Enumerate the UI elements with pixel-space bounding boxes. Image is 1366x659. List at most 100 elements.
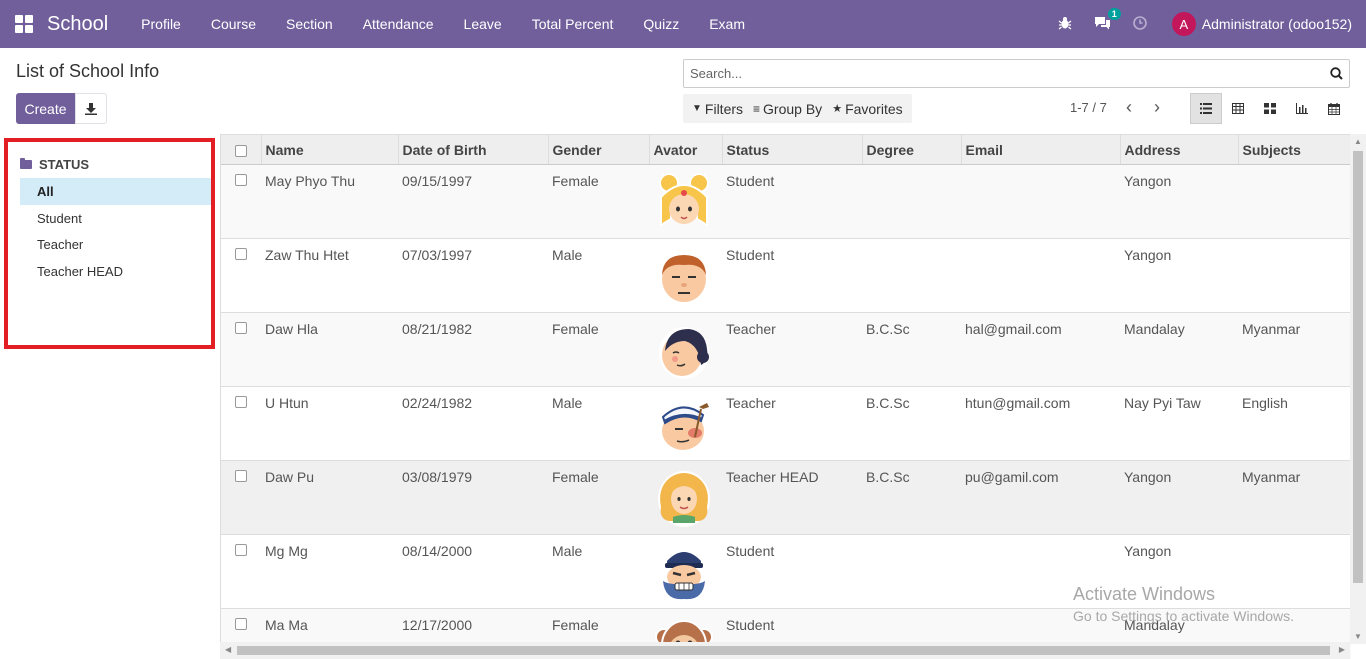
row-checkbox[interactable] xyxy=(235,618,247,630)
horizontal-scrollbar[interactable]: ◀ ▶ xyxy=(220,642,1350,659)
calendar-view-button[interactable] xyxy=(1318,93,1350,124)
menu-profile[interactable]: Profile xyxy=(141,16,181,32)
app-brand[interactable]: School xyxy=(47,13,108,36)
cell-gender: Male xyxy=(552,543,583,559)
group-by-label: Group By xyxy=(763,100,823,117)
school-info-list: Name Date of Birth Gender Avator Status … xyxy=(220,134,1366,659)
cell-date-of-birth: 09/15/1997 xyxy=(402,173,473,189)
column-header-avatar[interactable]: Avator xyxy=(649,134,723,165)
messages-icon[interactable]: 1 xyxy=(1094,7,1121,33)
menu-section[interactable]: Section xyxy=(286,16,333,32)
bearded-captain-avatar-icon xyxy=(659,549,709,601)
row-checkbox[interactable] xyxy=(235,248,247,260)
column-header-subjects[interactable]: Subjects xyxy=(1238,134,1351,165)
user-avatar[interactable]: A xyxy=(1171,12,1196,36)
status-filter-teacher-head[interactable]: Teacher HEAD xyxy=(20,258,211,285)
pager-next-icon[interactable]: › xyxy=(1154,98,1160,116)
status-filter-student[interactable]: Student xyxy=(20,205,211,232)
group-by-button[interactable]: ≡ Group By xyxy=(753,101,822,117)
apps-menu-icon[interactable] xyxy=(15,15,33,33)
bug-icon[interactable] xyxy=(1058,16,1072,33)
select-all-checkbox[interactable] xyxy=(234,144,247,157)
status-filter-teacher[interactable]: Teacher xyxy=(20,231,211,258)
column-header-address[interactable]: Address xyxy=(1120,134,1239,165)
cell-date-of-birth: 08/14/2000 xyxy=(402,543,473,559)
clock-icon[interactable] xyxy=(1133,15,1147,33)
row-select-cell xyxy=(221,313,261,387)
cell-degree: B.C.Sc xyxy=(866,321,910,337)
menu-course[interactable]: Course xyxy=(211,16,256,32)
vertical-scroll-thumb[interactable] xyxy=(1353,151,1363,583)
row-checkbox[interactable] xyxy=(235,396,247,408)
user-menu[interactable]: Administrator (odoo152) xyxy=(1202,16,1352,32)
cell-status: Student xyxy=(726,247,775,263)
status-filter-all[interactable]: All xyxy=(20,178,211,205)
table-header: Name Date of Birth Gender Avator Status … xyxy=(221,134,1351,165)
search-bar xyxy=(683,59,1350,88)
pager-previous-icon[interactable]: ‹ xyxy=(1126,98,1132,116)
watermark-title: Activate Windows xyxy=(1073,584,1216,604)
table-row[interactable]: Zaw Thu Htet 07/03/1997 Male Student Yan… xyxy=(221,239,1351,313)
row-checkbox[interactable] xyxy=(235,322,247,334)
pivot-view-button[interactable] xyxy=(1222,93,1254,124)
table-row[interactable]: Daw Hla 08/21/1982 Female Teacher B.C.Sc… xyxy=(221,312,1351,387)
dark-hair-woman-avatar-icon xyxy=(659,327,709,379)
row-checkbox[interactable] xyxy=(235,470,247,482)
row-checkbox[interactable] xyxy=(235,544,247,556)
table-row[interactable]: May Phyo Thu 09/15/1997 Female Student Y… xyxy=(221,164,1351,239)
cell-email xyxy=(961,165,1120,239)
scroll-left-icon[interactable]: ◀ xyxy=(225,645,231,654)
cell-name: Mg Mg xyxy=(265,543,308,559)
cell-degree xyxy=(862,239,961,313)
cell-gender: Male xyxy=(552,247,583,263)
row-select-cell xyxy=(221,165,261,239)
favorites-button[interactable]: ★ Favorites xyxy=(832,101,902,117)
menu-exam[interactable]: Exam xyxy=(709,16,745,32)
menu-total-percent[interactable]: Total Percent xyxy=(532,16,614,32)
status-filter-panel: STATUS All Student Teacher Teacher HEAD xyxy=(4,138,215,349)
cell-gender: Female xyxy=(552,173,599,189)
column-header-gender[interactable]: Gender xyxy=(548,134,650,165)
cell-gender: Female xyxy=(552,469,599,485)
search-icon[interactable] xyxy=(1330,67,1343,80)
pager-value[interactable]: 1-7 / 7 xyxy=(1070,100,1107,115)
search-input[interactable] xyxy=(684,60,1330,87)
cell-address: Nay Pyi Taw xyxy=(1124,395,1201,411)
cell-name: Daw Pu xyxy=(265,469,315,485)
column-header-name[interactable]: Name xyxy=(261,134,399,165)
blonde-buns-avatar-icon xyxy=(659,173,709,227)
row-checkbox[interactable] xyxy=(235,174,247,186)
select-all-cell xyxy=(221,134,262,165)
scroll-right-icon[interactable]: ▶ xyxy=(1339,645,1345,654)
status-filter-title: STATUS xyxy=(39,157,90,172)
cell-subjects: English xyxy=(1242,395,1288,411)
cell-email: htun@gmail.com xyxy=(965,395,1071,411)
row-select-cell xyxy=(221,387,261,461)
scroll-down-icon[interactable]: ▼ xyxy=(1354,632,1362,641)
kanban-view-button[interactable] xyxy=(1254,93,1286,124)
graph-view-button[interactable] xyxy=(1286,93,1318,124)
table-row[interactable]: Daw Pu 03/08/1979 Female Teacher HEAD B.… xyxy=(221,460,1351,535)
table-row[interactable]: U Htun 02/24/1982 Male Teacher B.C.Sc ht… xyxy=(221,387,1351,461)
column-header-status[interactable]: Status xyxy=(722,134,863,165)
list-view-button[interactable] xyxy=(1190,93,1222,124)
cell-date-of-birth: 08/21/1982 xyxy=(402,321,473,337)
menu-leave[interactable]: Leave xyxy=(464,16,502,32)
top-navbar: School Profile Course Section Attendance… xyxy=(0,0,1366,48)
menu-quizz[interactable]: Quizz xyxy=(643,16,679,32)
menu-attendance[interactable]: Attendance xyxy=(363,16,434,32)
bar-chart-icon xyxy=(1296,103,1308,114)
export-button[interactable] xyxy=(75,93,107,124)
horizontal-scroll-thumb[interactable] xyxy=(237,646,1330,655)
page-title: List of School Info xyxy=(16,61,160,81)
filters-button[interactable]: ▼ Filters xyxy=(692,101,743,117)
column-header-email[interactable]: Email xyxy=(961,134,1121,165)
column-header-degree[interactable]: Degree xyxy=(862,134,962,165)
scroll-up-icon[interactable]: ▲ xyxy=(1354,137,1362,146)
download-icon xyxy=(85,102,97,115)
search-options-bar: ▼ Filters ≡ Group By ★ Favorites xyxy=(683,94,912,123)
column-header-date-of-birth[interactable]: Date of Birth xyxy=(398,134,549,165)
cell-degree xyxy=(862,535,961,609)
vertical-scrollbar[interactable]: ▲ ▼ xyxy=(1350,134,1366,644)
create-button[interactable]: Create xyxy=(16,93,75,124)
